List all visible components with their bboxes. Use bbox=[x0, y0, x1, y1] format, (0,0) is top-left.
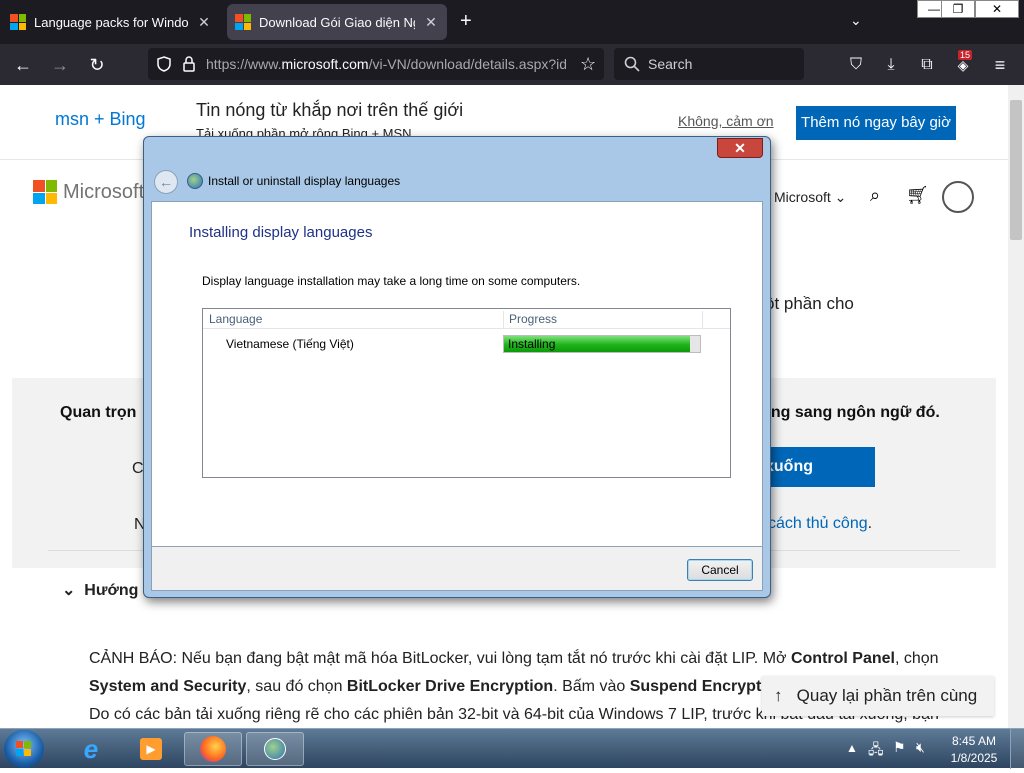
url-text: https://www.microsoft.com/vi-VN/download… bbox=[206, 56, 566, 72]
install-progress-bar: Installing bbox=[503, 335, 701, 353]
extensions-badge: 15 bbox=[958, 50, 973, 60]
tab-list-chevron-icon[interactable]: ⌄ bbox=[850, 12, 862, 29]
tab-label: Language packs for Windows - Mic bbox=[34, 14, 188, 30]
search-icon[interactable]: ⌕ bbox=[870, 185, 880, 206]
back-to-top-label: Quay lại phần trên cùng bbox=[796, 686, 978, 705]
column-separator bbox=[702, 311, 703, 329]
language-setup-taskbar-icon[interactable] bbox=[246, 732, 304, 766]
microsoft-logo-icon bbox=[33, 180, 57, 204]
language-list[interactable]: Language Progress Vietnamese (Tiếng Việt… bbox=[202, 308, 731, 478]
dialog-description: Display language installation may take a… bbox=[202, 274, 581, 288]
download-icon[interactable]: ⤓ bbox=[878, 52, 904, 78]
show-desktop-button[interactable] bbox=[1010, 729, 1024, 769]
banner-title: Tin nóng từ khắp nơi trên thế giới bbox=[196, 100, 464, 120]
clock-time: 8:45 AM bbox=[951, 734, 997, 748]
microsoft-logo-icon bbox=[235, 14, 251, 30]
firefox-icon[interactable] bbox=[184, 732, 242, 766]
microsoft-wordmark: Microsoft bbox=[63, 180, 145, 203]
new-tab-icon[interactable]: + bbox=[460, 10, 472, 33]
windows-taskbar: e ▶ ▲ 🖧︎ ⚑ 🔇︎ 8:45 AM 1/8/2025 bbox=[0, 728, 1024, 769]
back-icon[interactable]: ← bbox=[10, 52, 36, 78]
column-progress[interactable]: Progress bbox=[503, 309, 703, 329]
back-arrow-icon[interactable]: ← bbox=[154, 170, 178, 194]
url-bar[interactable]: https://www.microsoft.com/vi-VN/download… bbox=[148, 48, 604, 80]
scrollbar-thumb[interactable] bbox=[1010, 100, 1022, 240]
internet-explorer-icon[interactable]: e bbox=[62, 732, 120, 766]
dialog-heading: Installing display languages bbox=[189, 224, 373, 241]
globe-icon bbox=[187, 173, 203, 189]
forward-icon[interactable]: → bbox=[47, 52, 73, 78]
progress-status: Installing bbox=[508, 337, 556, 351]
tab-language-packs[interactable]: Language packs for Windows - Mic ✕ bbox=[2, 4, 220, 40]
network-icon[interactable]: 🖧︎ bbox=[868, 739, 884, 763]
all-microsoft-menu[interactable]: Microsoft ⌄ bbox=[774, 189, 846, 206]
column-language[interactable]: Language bbox=[203, 309, 503, 329]
action-center-flag-icon[interactable]: ⚑ bbox=[893, 739, 906, 756]
microsoft-logo-icon bbox=[10, 14, 26, 30]
dialog-content: Installing display languages Display lan… bbox=[151, 201, 763, 547]
clock-date: 1/8/2025 bbox=[950, 751, 998, 765]
back-to-top-button[interactable]: ↑ Quay lại phần trên cùng bbox=[762, 676, 994, 716]
close-tab-icon[interactable]: ✕ bbox=[423, 14, 439, 31]
left-text-c: C bbox=[132, 460, 144, 477]
manual-link-text: cách thủ công bbox=[768, 515, 868, 532]
cancel-button[interactable]: Cancel bbox=[687, 559, 753, 581]
maximize-button[interactable]: ❐ bbox=[941, 0, 975, 18]
tab-label: Download Gói Giao diện Ngôn ngữ bbox=[259, 14, 415, 30]
language-name: Vietnamese (Tiếng Việt) bbox=[226, 337, 354, 351]
bookmark-star-icon[interactable]: ☆ bbox=[580, 54, 596, 75]
dialog-footer: Cancel bbox=[151, 547, 763, 591]
important-label: Quan trọn bbox=[60, 404, 137, 421]
media-player-icon[interactable]: ▶ bbox=[122, 732, 180, 766]
windows-logo-icon bbox=[16, 741, 31, 756]
account-icon[interactable] bbox=[942, 181, 974, 213]
show-hidden-icons[interactable]: ▲ bbox=[846, 741, 858, 755]
all-microsoft-label: Microsoft bbox=[774, 189, 831, 205]
browser-nav-bar: ← → ↻ https://www.microsoft.com/vi-VN/do… bbox=[0, 44, 1024, 85]
search-box[interactable]: Search bbox=[614, 48, 804, 80]
no-thanks-link[interactable]: Không, cảm ơn bbox=[678, 113, 774, 129]
dialog-title: Install or uninstall display languages bbox=[208, 174, 401, 188]
msn-bing-logo: msn + Bing bbox=[55, 109, 146, 129]
dialog-close-button[interactable]: ✕ bbox=[717, 138, 763, 158]
download-button[interactable]: xuống bbox=[755, 447, 875, 487]
menu-icon[interactable]: ≡ bbox=[987, 52, 1013, 78]
important-text-right: ang sang ngôn ngữ đó. bbox=[762, 404, 940, 421]
manual-install-link[interactable]: cách thủ công. bbox=[768, 515, 872, 533]
add-extension-button[interactable]: Thêm nó ngay bây giờ bbox=[796, 106, 956, 140]
reload-icon[interactable]: ↻ bbox=[84, 52, 110, 78]
browser-tab-bar: Language packs for Windows - Mic ✕ Downl… bbox=[0, 0, 1024, 44]
guide-expander[interactable]: ⌄ Hướng bbox=[62, 580, 138, 600]
close-window-button[interactable]: ✕ bbox=[975, 0, 1019, 18]
extensions-icon[interactable]: ⧉ bbox=[914, 52, 940, 78]
search-placeholder: Search bbox=[648, 56, 693, 72]
close-tab-icon[interactable]: ✕ bbox=[196, 14, 212, 31]
install-languages-dialog: ✕ ← Install or uninstall display languag… bbox=[143, 136, 771, 598]
search-icon bbox=[624, 56, 640, 72]
partial-text: ột phần cho bbox=[765, 294, 854, 313]
volume-muted-icon[interactable]: 🔇︎ bbox=[916, 739, 925, 756]
clock[interactable]: 8:45 AM 1/8/2025 bbox=[950, 734, 998, 765]
list-header: Language Progress bbox=[203, 309, 730, 329]
start-button[interactable] bbox=[4, 730, 44, 768]
lock-icon[interactable] bbox=[182, 56, 196, 72]
tab-download-lip[interactable]: Download Gói Giao diện Ngôn ngữ ✕ bbox=[227, 4, 447, 40]
cart-icon[interactable]: 🛒︎ bbox=[906, 185, 929, 206]
guide-label: Hướng bbox=[84, 582, 139, 599]
pocket-icon[interactable]: ⛉ bbox=[843, 52, 869, 78]
shield-icon[interactable] bbox=[156, 56, 172, 72]
microsoft-header-logo[interactable]: Microsoft bbox=[33, 180, 144, 204]
